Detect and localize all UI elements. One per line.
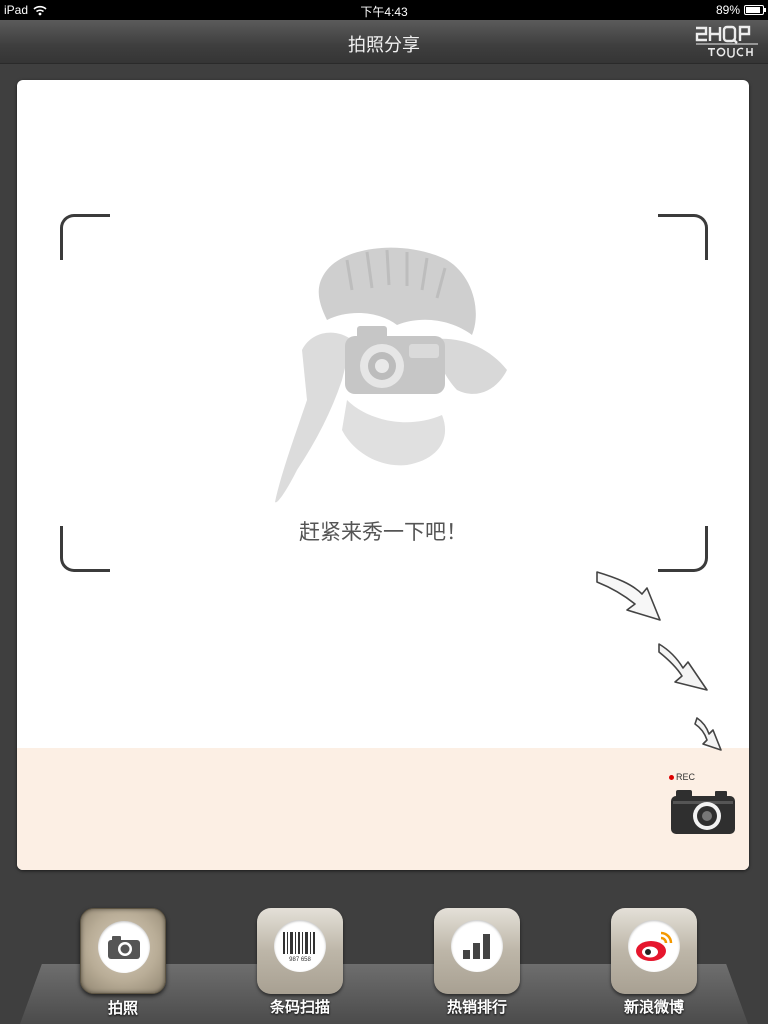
barcode-digits: 987 658 <box>289 957 311 963</box>
tab-label: 拍照 <box>107 999 138 1017</box>
arrow-hint-icon <box>596 571 722 751</box>
tab-barcode-scan[interactable]: 987 658 条码扫描 <box>257 908 343 1016</box>
brand-logo <box>695 25 758 58</box>
status-bar: iPad 下午4:43 89% <box>0 0 768 20</box>
photographer-illustration <box>275 247 507 503</box>
photo-share-card: 赶紧来秀一下吧！ REC <box>17 80 749 870</box>
tab-camera[interactable]: 拍照 <box>80 908 166 1017</box>
barcode-icon: 987 658 <box>274 920 326 972</box>
viewfinder-corner-top-right <box>658 214 708 260</box>
tab-label: 新浪微博 <box>623 998 684 1016</box>
weibo-icon <box>628 920 680 972</box>
bottom-band <box>17 748 749 870</box>
rec-dot-icon <box>669 774 674 780</box>
tab-label: 热销排行 <box>446 998 507 1016</box>
rec-label: REC <box>676 772 696 782</box>
navigation-bar: 拍照分享 <box>0 20 768 64</box>
viewfinder-corner-top-left <box>60 214 110 260</box>
bar-chart-icon <box>451 920 503 972</box>
camera-icon <box>98 921 150 973</box>
page-title: 拍照分享 <box>348 35 420 56</box>
take-photo-button[interactable] <box>669 786 737 836</box>
prompt-text: 赶紧来秀一下吧！ <box>299 520 467 544</box>
tab-sina-weibo[interactable]: 新浪微博 <box>611 908 697 1016</box>
status-time: 下午4:43 <box>360 5 408 19</box>
tab-bar: 拍照 987 658 条码扫描 热销排行 新浪微博 <box>0 870 768 1024</box>
tab-hot-ranking[interactable]: 热销排行 <box>434 908 520 1016</box>
battery-icon <box>744 5 766 15</box>
tab-label: 条码扫描 <box>269 998 330 1016</box>
battery-percent: 89% <box>715 3 740 17</box>
rec-indicator: REC <box>669 772 695 782</box>
